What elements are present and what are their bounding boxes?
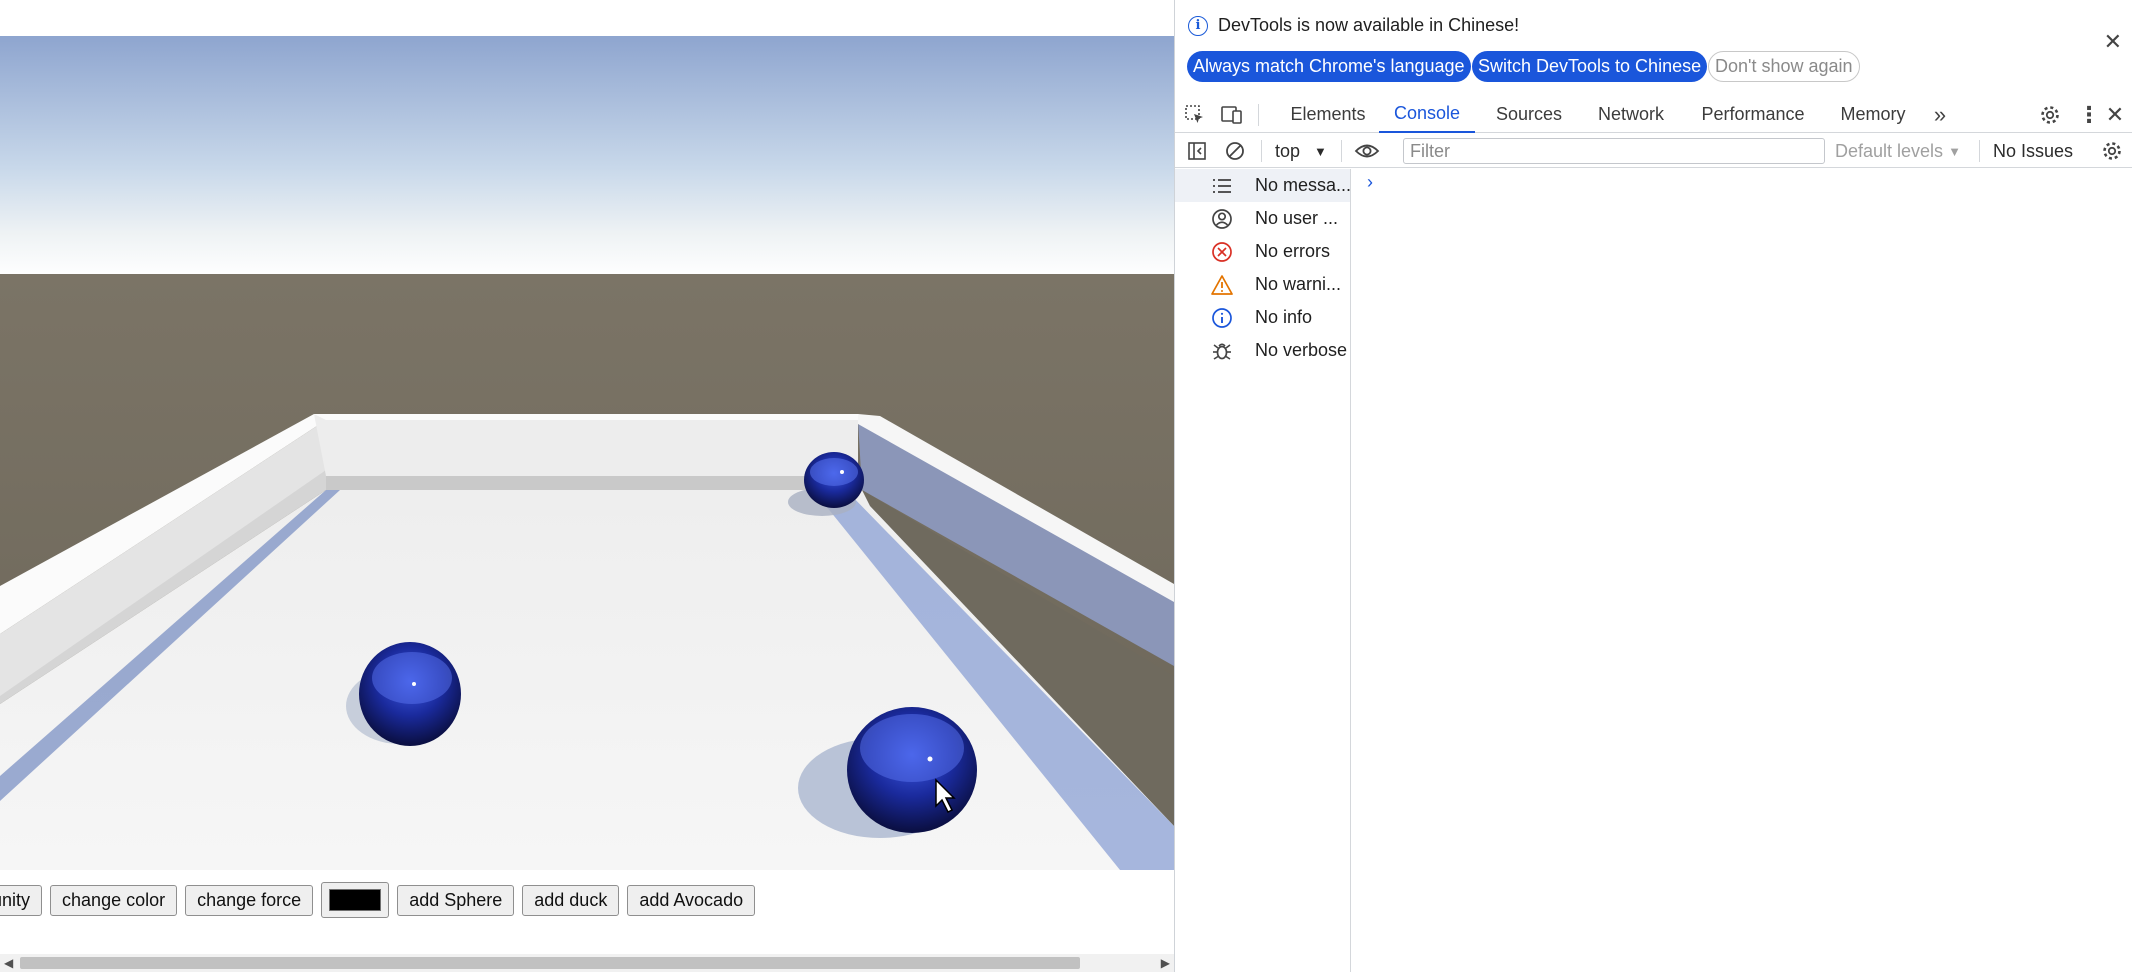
console-toolbar: top ▼ Default levels ▼ No Issues [1175, 134, 2132, 168]
warning-icon [1211, 275, 1233, 295]
separator [1258, 104, 1259, 126]
separator [1261, 140, 1262, 162]
live-expression-eye-icon[interactable] [1352, 134, 1382, 168]
sphere-near [847, 707, 977, 833]
console-sidebar: No messa... No user ... No errors No war… [1175, 169, 1351, 972]
switch-to-chinese-button[interactable]: Switch DevTools to Chinese [1472, 51, 1708, 82]
sidebar-item-warnings[interactable]: No warni... [1175, 268, 1350, 301]
devtools-tabbar: Elements Console Sources Network Perform… [1175, 96, 2132, 133]
console-settings-gear-icon[interactable] [2097, 134, 2127, 168]
filter-input[interactable] [1403, 138, 1825, 164]
issues-counter[interactable]: No Issues [1993, 134, 2073, 168]
scrollbar-thumb[interactable] [20, 957, 1080, 969]
tab-console[interactable]: Console [1379, 96, 1475, 133]
log-levels-dropdown[interactable]: Default levels ▼ [1835, 134, 1961, 168]
sidebar-item-label: No messa... [1255, 175, 1350, 195]
sidebar-item-messages[interactable]: No messa... [1175, 169, 1350, 202]
language-infobar: i DevTools is now available in Chinese! … [1175, 0, 2132, 86]
web-page: unity change color change force add Sphe… [0, 0, 1174, 972]
device-toolbar-icon[interactable] [1217, 96, 1247, 133]
separator [1341, 140, 1342, 162]
context-value: top [1275, 140, 1301, 161]
sidebar-item-label: No info [1255, 307, 1313, 327]
unity-3d-canvas[interactable] [0, 36, 1174, 870]
tab-sources[interactable]: Sources [1481, 96, 1577, 133]
horizontal-scrollbar[interactable]: ◀ ▶ [0, 954, 1174, 972]
add-duck-button[interactable]: add duck [522, 884, 620, 916]
sidebar-item-verbose[interactable]: No verbose [1175, 334, 1350, 367]
sidebar-item-user-messages[interactable]: No user ... [1175, 202, 1350, 235]
tab-network[interactable]: Network [1579, 96, 1683, 133]
add-avocado-button[interactable]: add Avocado [627, 884, 756, 916]
dont-show-again-button[interactable]: Don't show again [1708, 51, 1860, 82]
scroll-left-icon[interactable]: ◀ [4, 955, 13, 971]
change-color-button[interactable]: change color [50, 884, 178, 916]
sidebar-item-label: No verbose [1255, 340, 1348, 360]
close-devtools-icon[interactable]: ✕ [2100, 96, 2130, 133]
user-icon [1212, 209, 1232, 229]
info-icon: i [1188, 16, 1208, 36]
sidebar-item-errors[interactable]: No errors [1175, 235, 1350, 268]
tab-elements[interactable]: Elements [1273, 96, 1383, 133]
sidebar-toggle-icon[interactable] [1182, 134, 1212, 168]
settings-gear-icon[interactable] [2035, 96, 2065, 133]
inspect-element-icon[interactable] [1180, 96, 1210, 133]
add-sphere-button[interactable]: add Sphere [397, 884, 515, 916]
scroll-right-icon[interactable]: ▶ [1161, 955, 1170, 971]
log-levels-label: Default levels [1835, 140, 1944, 161]
control-buttons: unity change color change force add Sphe… [0, 882, 756, 918]
change-force-button[interactable]: change force [185, 884, 314, 916]
info-icon [1212, 308, 1232, 328]
console-prompt-chevron-icon[interactable]: › [1367, 172, 1373, 193]
color-picker[interactable] [321, 882, 390, 918]
sphere-left [359, 642, 461, 746]
always-match-language-button[interactable]: Always match Chrome's language [1187, 51, 1471, 82]
devtools-panel: i DevTools is now available in Chinese! … [1174, 0, 2132, 972]
context-selector[interactable]: top ▼ [1275, 134, 1327, 168]
list-icon [1213, 179, 1231, 193]
unity-button[interactable]: unity [0, 884, 43, 916]
bug-icon [1213, 343, 1231, 360]
chevron-down-icon: ▼ [1314, 143, 1327, 159]
sidebar-item-info[interactable]: No info [1175, 301, 1350, 334]
color-swatch-fill [329, 889, 382, 911]
clear-console-icon[interactable] [1220, 134, 1250, 168]
sphere-far [804, 452, 864, 508]
error-icon [1212, 242, 1232, 262]
close-icon[interactable]: ✕ [2104, 31, 2122, 53]
screen: unity change color change force add Sphe… [0, 0, 2132, 972]
chevron-down-icon: ▼ [1948, 143, 1961, 159]
infobar-message: DevTools is now available in Chinese! [1218, 15, 1520, 35]
tab-memory[interactable]: Memory [1821, 96, 1925, 133]
sidebar-item-label: No warni... [1255, 274, 1342, 294]
sidebar-item-label: No errors [1255, 241, 1331, 261]
more-tabs-icon[interactable]: » [1925, 96, 1955, 133]
tab-performance[interactable]: Performance [1685, 96, 1821, 133]
sidebar-item-label: No user ... [1255, 208, 1339, 228]
separator [1979, 140, 1980, 162]
